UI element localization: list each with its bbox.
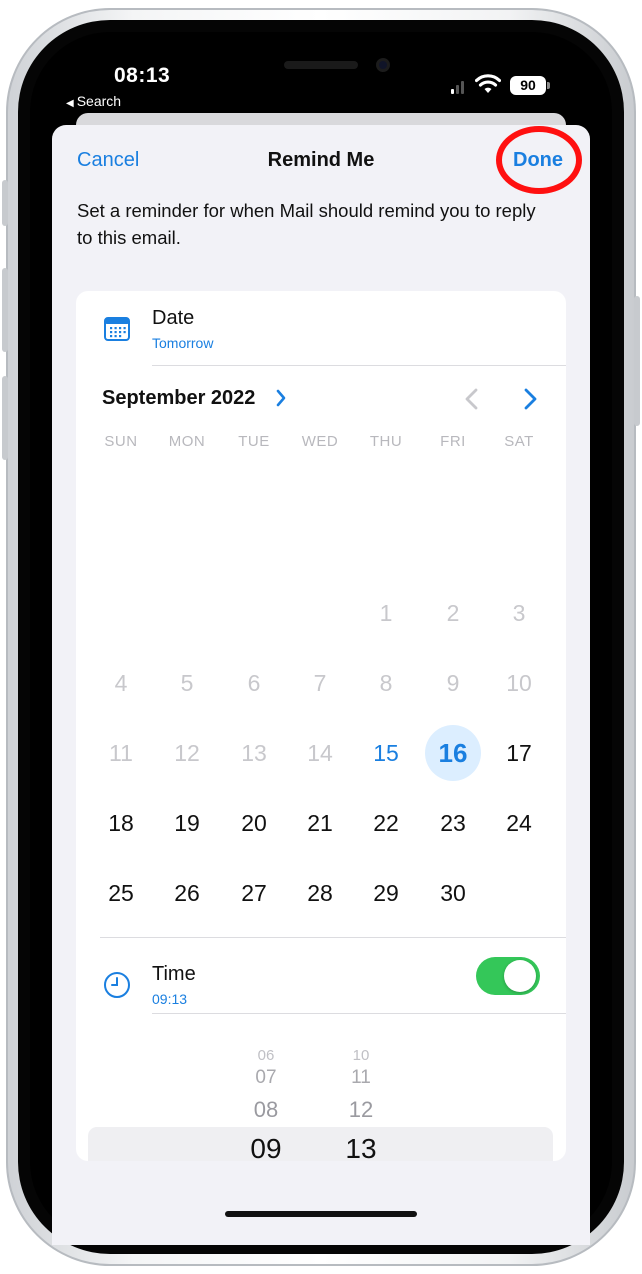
minute-option[interactable]: 12 (331, 1097, 391, 1123)
month-label[interactable]: September 2022 (102, 387, 255, 410)
time-toggle[interactable] (476, 957, 540, 995)
time-row-label[interactable]: Time (152, 963, 196, 986)
calendar-divider (100, 937, 566, 938)
weekday-fri: FRI (440, 433, 466, 450)
next-month-icon[interactable] (520, 387, 540, 411)
clock-icon (104, 972, 130, 998)
date-row-label[interactable]: Date (152, 307, 194, 330)
front-camera (376, 58, 390, 72)
date-row-divider (152, 365, 566, 366)
status-back-label: Search (76, 93, 122, 109)
status-back-link[interactable]: ◀ Search (66, 93, 121, 109)
time-row-value: 09:13 (152, 991, 188, 1007)
calendar-day[interactable]: 23 (425, 795, 481, 851)
weekday-tue: TUE (238, 433, 270, 450)
calendar-day: 6 (247, 670, 261, 696)
calendar-day: 13 (241, 740, 267, 766)
calendar-day[interactable]: 26 (159, 865, 215, 921)
remind-me-sheet: Cancel Remind Me Done Set a reminder for… (52, 125, 590, 1245)
minute-option[interactable]: 10 (331, 1047, 391, 1064)
chevron-right-icon[interactable] (274, 388, 288, 408)
calendar-day-selected[interactable]: 16 (425, 725, 481, 781)
calendar-day: 11 (109, 740, 133, 766)
calendar-day: 1 (379, 600, 393, 626)
calendar-day[interactable]: 27 (226, 865, 282, 921)
calendar-day-today[interactable]: 15 (358, 725, 414, 781)
calendar-icon (104, 317, 130, 341)
calendar-day: 12 (174, 740, 200, 766)
calendar-day: 10 (506, 670, 532, 696)
minute-option-selected[interactable]: 13 (331, 1133, 391, 1161)
mute-switch (2, 180, 8, 226)
calendar-day: 14 (307, 740, 333, 766)
battery-indicator: 90 (510, 76, 546, 95)
calendar-day[interactable]: 21 (292, 795, 348, 851)
wifi-icon (475, 74, 501, 93)
calendar-day[interactable]: 19 (159, 795, 215, 851)
calendar-day: 3 (512, 600, 526, 626)
calendar-day: 8 (379, 670, 393, 696)
calendar-day[interactable]: 22 (358, 795, 414, 851)
done-highlight-circle (496, 126, 582, 194)
date-row-value: Tomorrow (152, 335, 214, 351)
calendar-day: 9 (446, 670, 460, 696)
picker-selection-band (88, 1127, 553, 1161)
calendar-day: 2 (446, 600, 460, 626)
calendar-day: 4 (114, 670, 128, 696)
calendar-day[interactable]: 24 (491, 795, 547, 851)
hour-option[interactable]: 06 (236, 1047, 296, 1064)
calendar-day[interactable]: 18 (93, 795, 149, 851)
calendar-day[interactable]: 28 (292, 865, 348, 921)
reminder-card: Date Tomorrow September 2022 SUN MON TUE… (76, 291, 566, 1161)
weekday-wed: WED (301, 433, 339, 450)
status-time: 08:13 (114, 64, 171, 87)
back-triangle-icon: ◀ (66, 98, 74, 109)
hour-option[interactable]: 07 (236, 1067, 296, 1089)
weekday-mon: MON (168, 433, 206, 450)
previous-month-icon[interactable] (462, 387, 482, 411)
calendar-day[interactable]: 20 (226, 795, 282, 851)
calendar-day: 5 (180, 670, 194, 696)
toggle-knob (504, 960, 536, 992)
volume-up-button (2, 268, 8, 352)
home-indicator[interactable] (225, 1211, 417, 1217)
calendar-day: 7 (313, 670, 327, 696)
volume-down-button (2, 376, 8, 460)
minute-option[interactable]: 11 (331, 1067, 391, 1089)
calendar-day[interactable]: 30 (425, 865, 481, 921)
weekday-sat: SAT (504, 433, 534, 450)
reminder-description: Set a reminder for when Mail should remi… (77, 200, 536, 248)
time-row-divider (152, 1013, 566, 1014)
hour-option[interactable]: 08 (236, 1097, 296, 1123)
battery-tip (547, 82, 550, 89)
signal-icon (451, 81, 464, 94)
earpiece-speaker (284, 61, 358, 69)
weekday-thu: THU (369, 433, 403, 450)
weekday-sun: SUN (104, 433, 138, 450)
calendar-day[interactable]: 29 (358, 865, 414, 921)
calendar-day[interactable]: 17 (491, 725, 547, 781)
power-button (634, 296, 640, 426)
calendar-day[interactable]: 25 (93, 865, 149, 921)
hour-option-selected[interactable]: 09 (236, 1133, 296, 1161)
